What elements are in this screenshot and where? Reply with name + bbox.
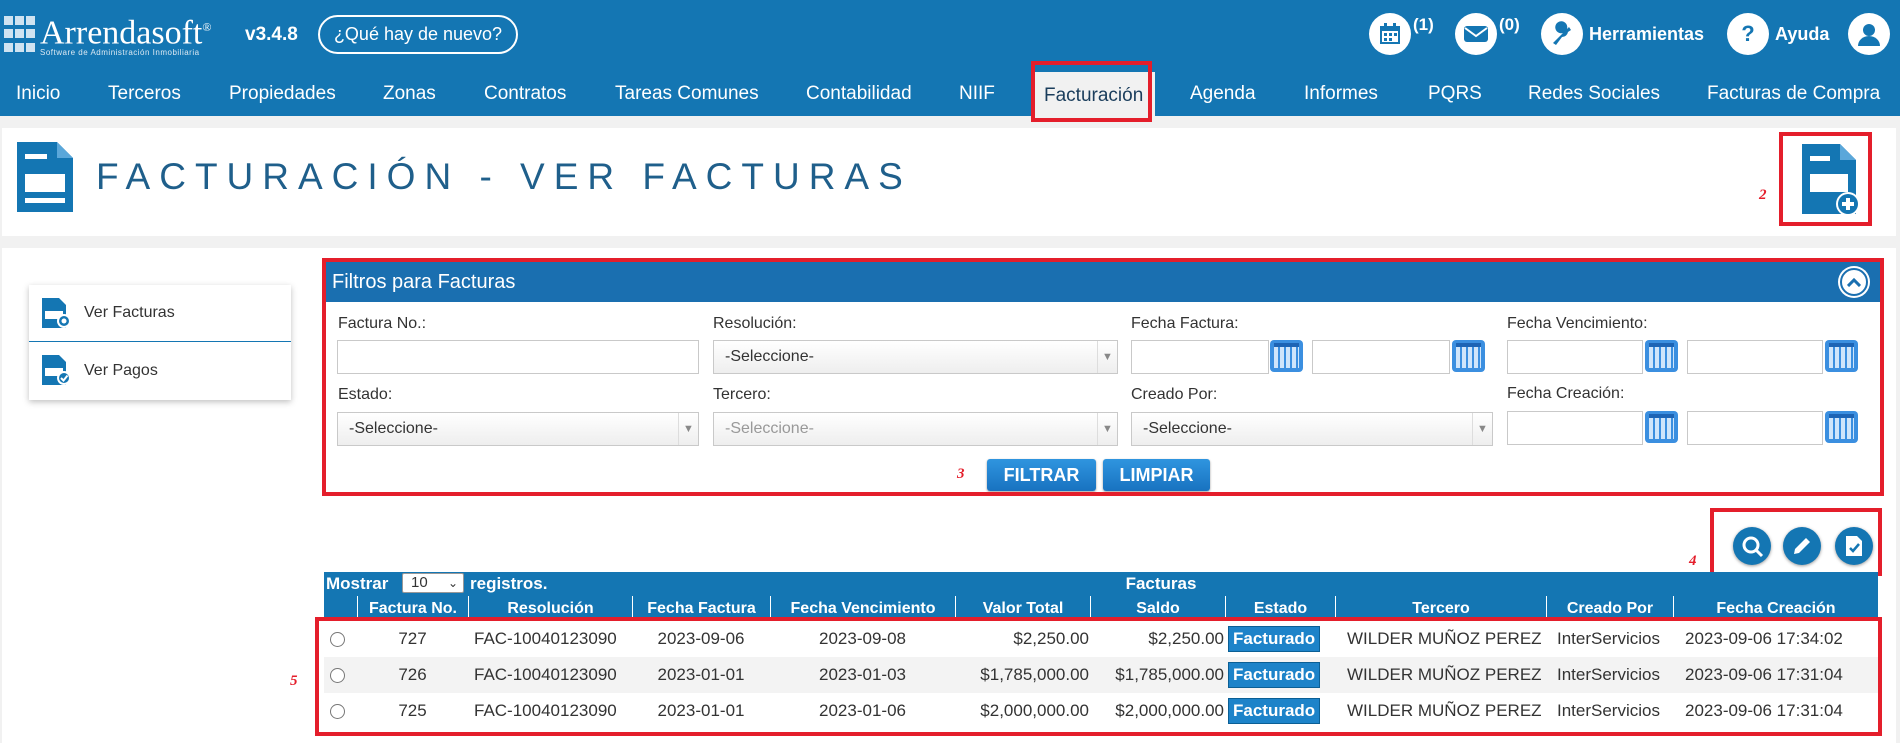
calendar-button[interactable]: (1) bbox=[1369, 12, 1434, 56]
column-header-factura[interactable]: Factura No. bbox=[357, 596, 468, 618]
table-caption: Facturas bbox=[1125, 574, 1197, 593]
column-header-fecha-vencimiento[interactable]: Fecha Vencimiento bbox=[770, 596, 955, 618]
nav-facturas-de-compra[interactable]: Facturas de Compra bbox=[1707, 72, 1880, 116]
page-size-select[interactable]: 10 ⌄ bbox=[402, 573, 464, 593]
show-label: Mostrar bbox=[326, 574, 389, 593]
tools-label: Herramientas bbox=[1589, 23, 1705, 44]
page-size-value: 10 bbox=[411, 574, 428, 591]
highlight-box-3 bbox=[322, 258, 1884, 496]
side-item-label: Ver Pagos bbox=[84, 361, 158, 379]
calendar-icon bbox=[1369, 13, 1411, 55]
nav-propiedades[interactable]: Propiedades bbox=[229, 72, 336, 116]
mail-icon bbox=[1455, 13, 1497, 55]
records-label: registros. bbox=[470, 574, 548, 593]
side-item-label: Ver Facturas bbox=[84, 304, 175, 321]
annotation-5: 5 bbox=[290, 673, 298, 689]
brand-tagline: Software de Administración Inmobiliaria bbox=[40, 48, 200, 58]
highlight-box-5 bbox=[315, 617, 1882, 736]
nav-agenda[interactable]: Agenda bbox=[1190, 72, 1256, 116]
tools-button[interactable]: Herramientas bbox=[1541, 12, 1704, 56]
highlight-box-1 bbox=[1031, 61, 1152, 122]
brand-logo[interactable]: Arrendasoft® Software de Administración … bbox=[4, 10, 212, 57]
mail-button[interactable]: (0) bbox=[1455, 12, 1520, 56]
help-label: Ayuda bbox=[1775, 23, 1830, 44]
nav-pqrs[interactable]: PQRS bbox=[1428, 72, 1482, 116]
help-button[interactable]: ? Ayuda bbox=[1727, 12, 1829, 56]
main-nav: Inicio Terceros Propiedades Zonas Contra… bbox=[0, 72, 1900, 120]
mail-count: (0) bbox=[1499, 15, 1520, 34]
side-item-ver-facturas[interactable]: Ver Facturas bbox=[29, 285, 291, 342]
nav-terceros[interactable]: Terceros bbox=[108, 72, 181, 116]
wrench-icon bbox=[1541, 13, 1583, 55]
user-button[interactable] bbox=[1848, 12, 1890, 56]
column-header-tercero[interactable]: Tercero bbox=[1335, 596, 1546, 618]
column-header-resolucion[interactable]: Resolución bbox=[468, 596, 632, 618]
table-header-row: Factura No. Resolución Fecha Factura Fec… bbox=[324, 596, 1878, 618]
logo-grid-icon bbox=[4, 16, 36, 54]
page-header: FACTURACIÓN - VER FACTURAS bbox=[2, 128, 1896, 236]
brand-name: Arrendasoft bbox=[40, 14, 203, 52]
nav-zonas[interactable]: Zonas bbox=[383, 72, 436, 116]
highlight-box-2 bbox=[1779, 132, 1872, 226]
select-column-header bbox=[324, 596, 357, 618]
nav-informes[interactable]: Informes bbox=[1304, 72, 1378, 116]
nav-contratos[interactable]: Contratos bbox=[484, 72, 566, 116]
nav-niif[interactable]: NIIF bbox=[959, 72, 995, 116]
nav-contabilidad[interactable]: Contabilidad bbox=[806, 72, 912, 116]
page-title: FACTURACIÓN - VER FACTURAS bbox=[96, 156, 912, 197]
column-header-fecha-factura[interactable]: Fecha Factura bbox=[632, 596, 770, 618]
side-item-ver-pagos[interactable]: Ver Pagos bbox=[29, 342, 291, 399]
column-header-creado-por[interactable]: Creado Por bbox=[1546, 596, 1673, 618]
column-header-valor-total[interactable]: Valor Total bbox=[955, 596, 1090, 618]
invoice-search-icon bbox=[42, 298, 71, 328]
top-bar: Arrendasoft® Software de Administración … bbox=[0, 0, 1900, 120]
table-toolbar: Mostrar 10 ⌄ registros. Facturas bbox=[324, 572, 1878, 596]
user-icon bbox=[1848, 13, 1890, 55]
calendar-count: (1) bbox=[1413, 15, 1434, 34]
annotation-2: 2 bbox=[1759, 187, 1767, 203]
help-icon: ? bbox=[1727, 13, 1769, 55]
nav-inicio[interactable]: Inicio bbox=[16, 72, 60, 116]
annotation-3: 3 bbox=[957, 466, 965, 482]
nav-tareas-comunes[interactable]: Tareas Comunes bbox=[615, 72, 759, 116]
invoice-icon bbox=[17, 142, 73, 212]
column-header-saldo[interactable]: Saldo bbox=[1090, 596, 1225, 618]
highlight-box-4 bbox=[1710, 508, 1882, 576]
column-header-estado[interactable]: Estado bbox=[1225, 596, 1335, 618]
column-header-fecha-creacion[interactable]: Fecha Creación bbox=[1673, 596, 1878, 618]
whats-new-button[interactable]: ¿Qué hay de nuevo? bbox=[318, 15, 518, 54]
registered-mark: ® bbox=[202, 20, 212, 34]
version-label: v3.4.8 bbox=[245, 24, 298, 45]
side-menu: Ver Facturas Ver Pagos bbox=[29, 285, 291, 400]
payment-check-icon bbox=[42, 355, 71, 385]
nav-redes-sociales[interactable]: Redes Sociales bbox=[1528, 72, 1660, 116]
chevron-down-icon: ⌄ bbox=[447, 576, 458, 590]
annotation-4: 4 bbox=[1689, 553, 1697, 569]
